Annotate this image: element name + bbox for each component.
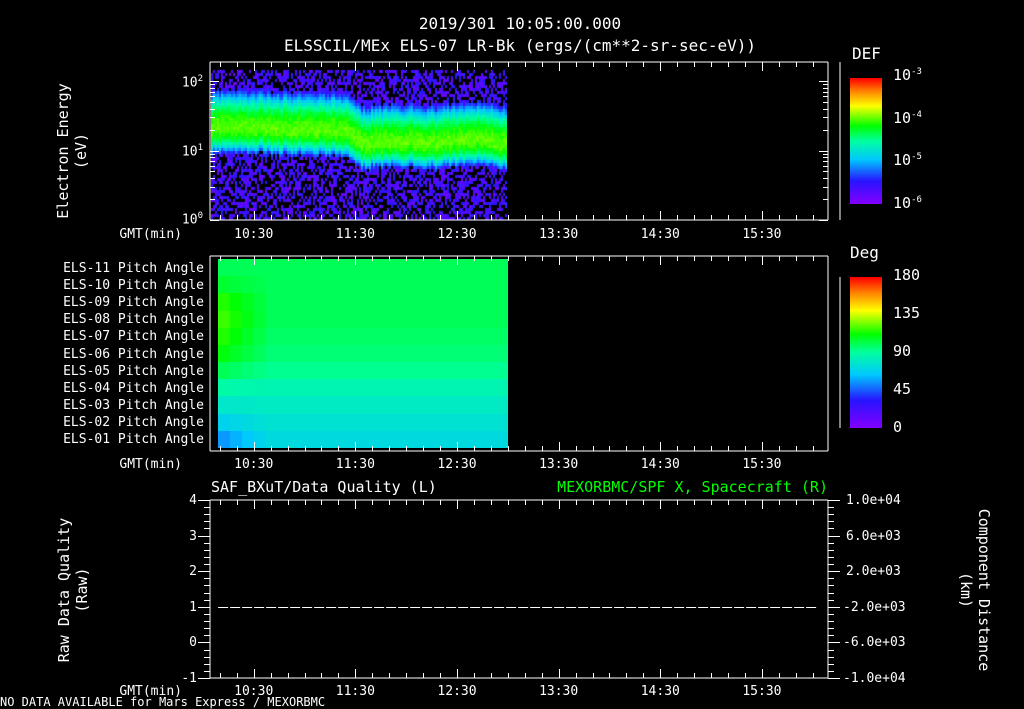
x-tick-label: 15:30 (742, 457, 782, 472)
x-tick-label: 14:30 (640, 227, 680, 242)
x-tick-label: 10:30 (234, 457, 274, 472)
x-tick-label: 13:30 (539, 227, 579, 242)
x-tick-label: 15:30 (742, 227, 782, 242)
x-tick-label: 11:30 (335, 457, 375, 472)
x-tick-label: 10:30 (234, 684, 274, 699)
x-tick-label: 13:30 (539, 684, 579, 699)
x-tick-label: 10:30 (234, 227, 274, 242)
x-tick-label: 12:30 (437, 684, 477, 699)
axes-frames (198, 61, 841, 679)
x-tick-label: 13:30 (539, 457, 579, 472)
x-tick-label: 12:30 (437, 457, 477, 472)
x-tick-label: 15:30 (742, 684, 782, 699)
x-tick-label: 12:30 (437, 227, 477, 242)
x-tick-label: 14:30 (640, 457, 680, 472)
x-tick-label: 11:30 (335, 684, 375, 699)
x-tick-label: 11:30 (335, 227, 375, 242)
x-tick-label: 14:30 (640, 684, 680, 699)
